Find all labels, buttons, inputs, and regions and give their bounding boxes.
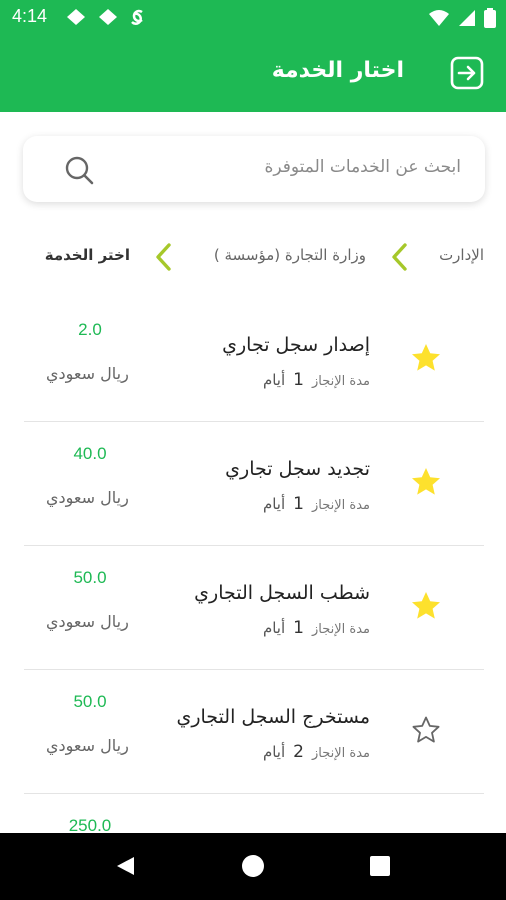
breadcrumb-item-ministry[interactable]: وزارة التجارة (مؤسسة ) <box>214 246 366 264</box>
duration-unit: أيام <box>262 619 286 637</box>
duration-label: مدة الإنجاز <box>311 622 370 637</box>
service-price: 2.0 <box>78 320 102 339</box>
service-price: 50.0 <box>73 568 107 587</box>
page-title: اختار الخدمة <box>271 58 404 83</box>
duration-unit: أيام <box>262 495 286 513</box>
chevron-left-icon <box>156 243 171 271</box>
service-row[interactable]: مستخرج السجل التجاري مدة الإنجاز 2 أيام 50… <box>0 670 506 794</box>
star-outline-icon[interactable] <box>410 714 442 746</box>
exit-button[interactable] <box>450 56 484 90</box>
duration-value: 1 <box>293 494 304 514</box>
service-name: تجديد سجل تجاري <box>225 458 370 480</box>
star-filled-icon[interactable] <box>410 342 442 374</box>
duration-label: مدة الإنجاز <box>311 374 370 389</box>
service-price: 50.0 <box>73 692 107 711</box>
duration-value: 1 <box>293 370 304 390</box>
system-navigation-bar <box>0 833 506 900</box>
duration-value: 1 <box>293 618 304 638</box>
service-row[interactable]: إصدار سجل تجاري مدة الإنجاز 1 أيام 2.0 ريا… <box>0 298 506 422</box>
breadcrumb-item-departments[interactable]: الإدارت <box>439 246 484 264</box>
notification-diamond-icon <box>67 9 85 25</box>
status-time: 4:14 <box>12 6 48 26</box>
star-filled-icon[interactable] <box>410 590 442 622</box>
service-row[interactable]: تجديد سجل تجاري مدة الإنجاز 1 أيام 40.0 ري… <box>0 422 506 546</box>
duration-label: مدة الإنجاز <box>311 746 370 761</box>
service-currency: ريال سعودي <box>46 736 129 755</box>
nav-back-icon[interactable] <box>114 855 136 877</box>
app-bar: اختار الخدمة <box>0 34 506 112</box>
cellular-signal-icon <box>459 10 475 26</box>
search-placeholder: ابحث عن الخدمات المتوفرة <box>264 157 461 177</box>
duration-value: 2 <box>293 742 304 762</box>
status-bar: 4:14 <box>0 0 506 34</box>
nav-home-icon[interactable] <box>242 855 264 877</box>
chevron-left-icon <box>392 243 407 271</box>
service-duration: مدة الإنجاز 1 أيام <box>263 494 370 514</box>
nav-recents-icon[interactable] <box>370 856 390 876</box>
service-duration: مدة الإنجاز 2 أيام <box>263 742 370 762</box>
exit-arrow-icon <box>450 56 484 90</box>
service-name: مستخرج السجل التجاري <box>176 706 370 728</box>
service-currency: ريال سعودي <box>46 488 129 507</box>
wifi-icon <box>429 10 449 26</box>
sync-icon <box>131 9 143 25</box>
service-currency: ريال سعودي <box>46 364 129 383</box>
duration-unit: أيام <box>262 743 286 761</box>
duration-unit: أيام <box>262 371 286 389</box>
service-duration: مدة الإنجاز 1 أيام <box>263 370 370 390</box>
service-row[interactable]: شطب السجل التجاري مدة الإنجاز1أيام 50.0 … <box>0 546 506 670</box>
battery-icon <box>484 8 496 28</box>
search-input[interactable]: ابحث عن الخدمات المتوفرة <box>23 136 485 202</box>
service-name: شطب السجل التجاري <box>194 582 370 604</box>
search-icon[interactable] <box>63 154 95 186</box>
breadcrumb-item-current: اختر الخدمة <box>44 246 130 264</box>
star-filled-icon[interactable] <box>410 466 442 498</box>
duration-label: مدة الإنجاز <box>311 498 370 513</box>
notification-diamond-icon <box>99 9 117 25</box>
service-duration: مدة الإنجاز 1 أيام <box>263 618 370 638</box>
service-price: 40.0 <box>73 444 107 463</box>
notification-icons <box>66 8 146 26</box>
service-currency: ريال سعودي <box>46 612 129 631</box>
system-icons <box>428 8 496 28</box>
breadcrumb: الإدارت وزارة التجارة (مؤسسة ) اختر الخد… <box>0 240 506 276</box>
service-name: إصدار سجل تجاري <box>222 334 370 356</box>
